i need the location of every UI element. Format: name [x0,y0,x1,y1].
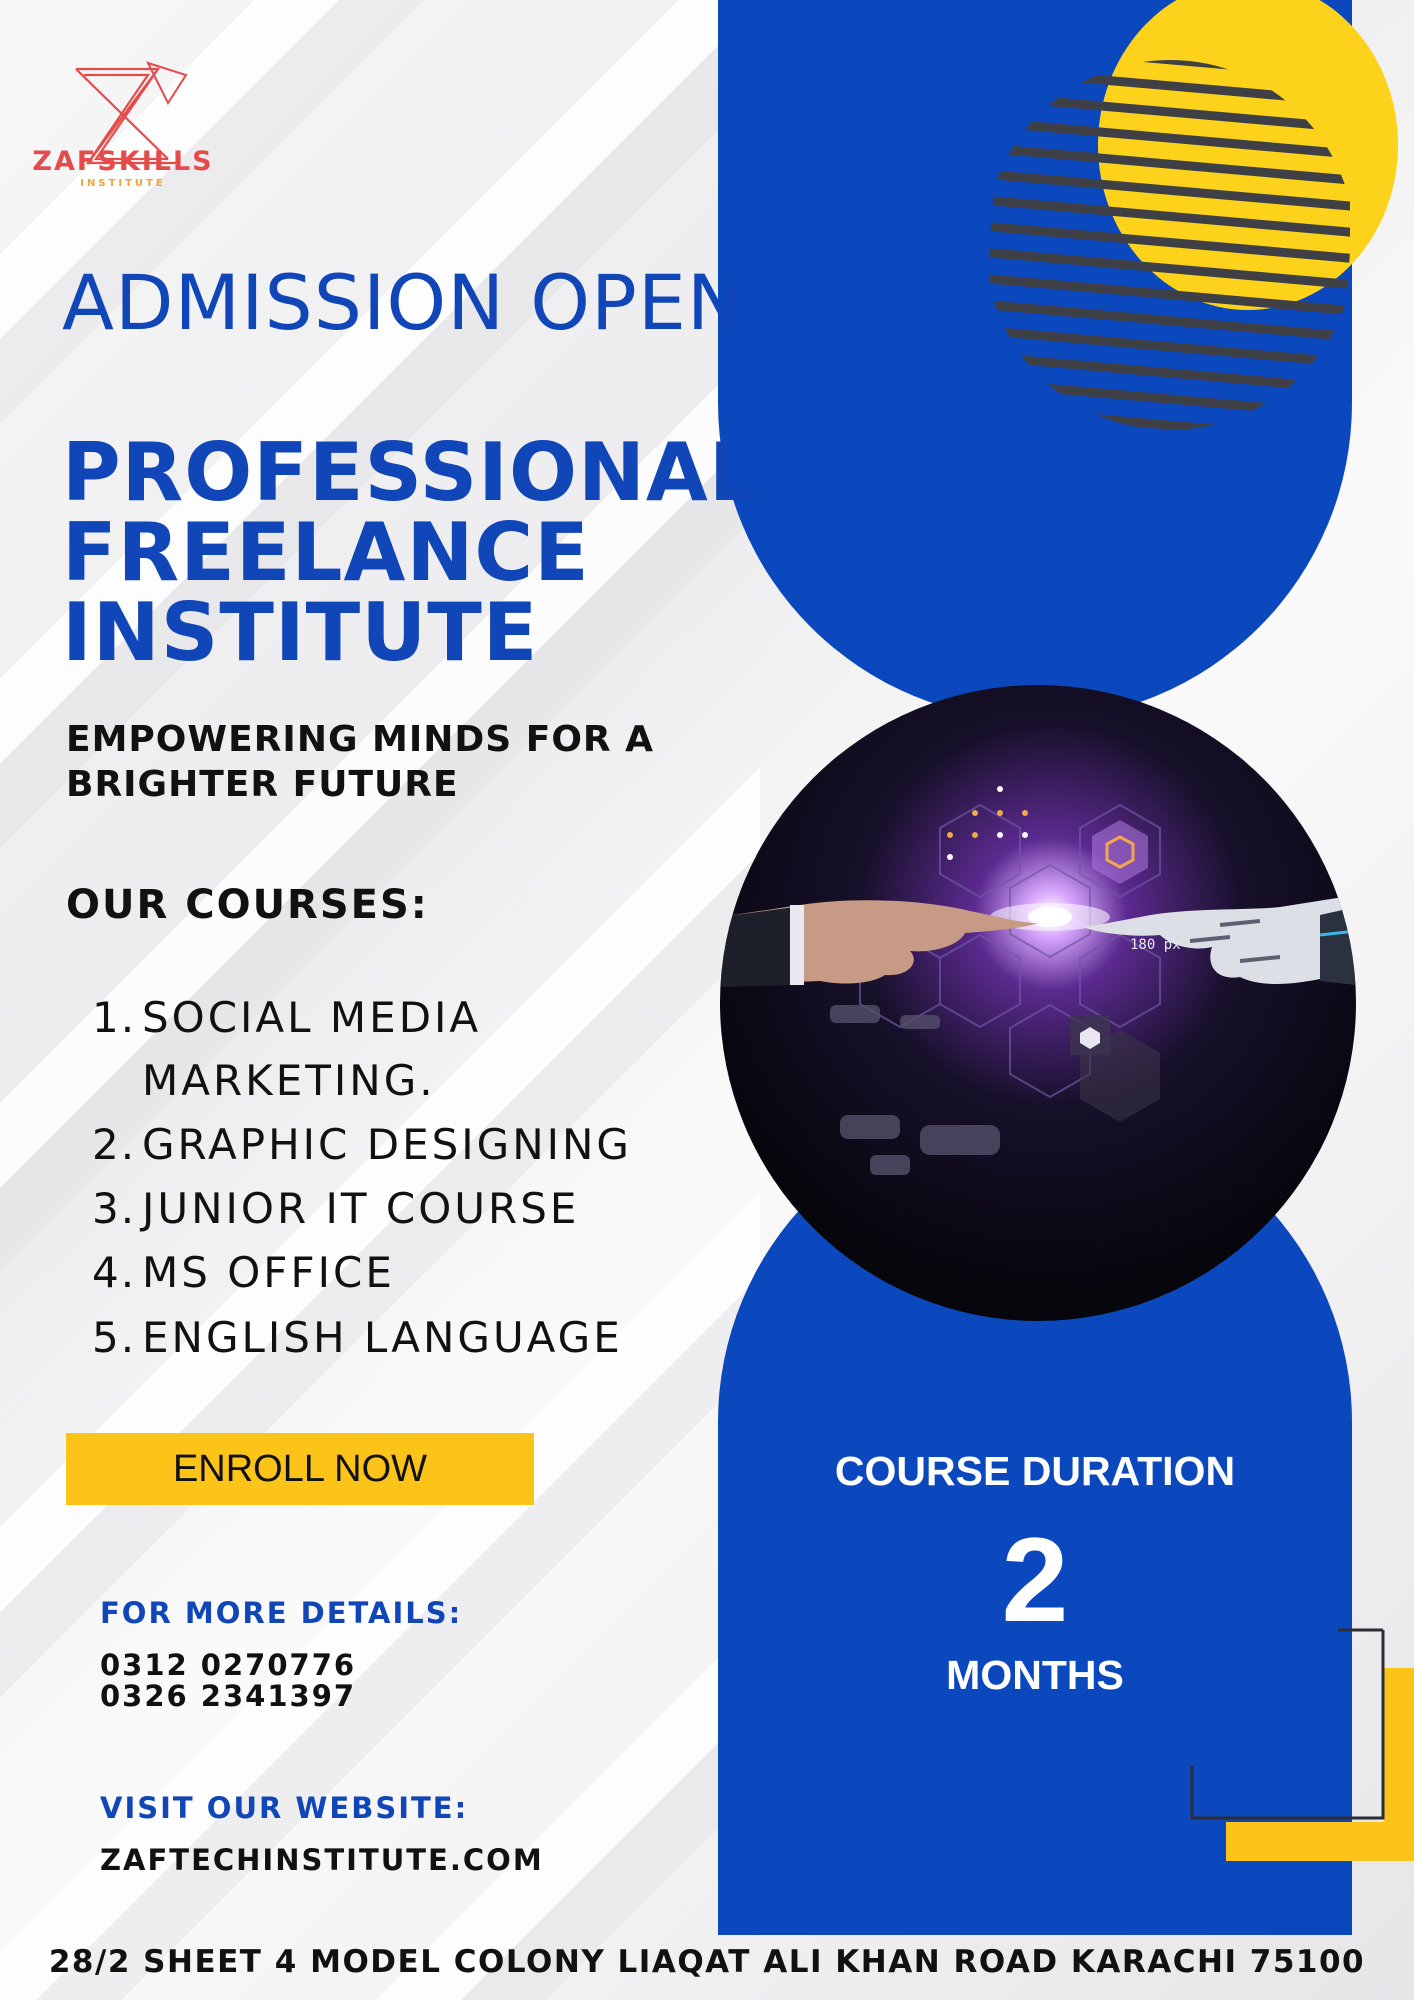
course-number: 1. [92,993,137,1042]
phone-number-2[interactable]: 0326 2341397 [100,1679,356,1713]
tagline-line-2: BRIGHTER FUTURE [66,764,459,805]
striped-disc-decoration [990,60,1350,430]
course-item-junior-it: JUNIOR IT COURSE [142,1184,580,1233]
course-number: 2. [92,1120,137,1169]
course-number: 3. [92,1184,137,1233]
course-number: 4. [92,1248,137,1297]
title-line-3: INSTITUTE [62,586,539,679]
enroll-now-button[interactable]: ENROLL NOW [66,1433,534,1505]
course-item-social-media-line-2: MARKETING. [142,1056,436,1105]
course-item-english-language: ENGLISH LANGUAGE [142,1313,623,1362]
phone-number-1[interactable]: 0312 0270776 [100,1648,356,1682]
course-number: 5. [92,1313,137,1362]
course-item-graphic-designing: GRAPHIC DESIGNING [142,1120,632,1169]
admission-heading: ADMISSION OPEN [62,258,745,347]
corner-bracket-decoration [1190,1628,1414,1861]
logo-name: ZAFSKILLS [32,146,214,177]
course-item-social-media-line-1: SOCIAL MEDIA [142,993,482,1042]
courses-heading: OUR COURSES: [66,882,429,928]
logo-subtitle: INSTITUTE [80,178,166,189]
website-heading: VISIT OUR WEBSITE: [100,1791,469,1825]
details-heading: FOR MORE DETAILS: [100,1596,463,1630]
course-duration-label: COURSE DURATION [834,1448,1236,1494]
tagline-line-1: EMPOWERING MINDS FOR A [66,719,655,760]
human-robot-touch-image: 180 px [720,685,1356,1321]
website-link[interactable]: ZAFTECHINSTITUTE.COM [100,1843,544,1877]
footer-address: 28/2 SHEET 4 MODEL COLONY LIAQAT ALI KHA… [48,1944,1366,1980]
course-item-ms-office: MS OFFICE [142,1248,395,1297]
course-duration-value: 2 [1001,1513,1069,1647]
hologram-label: 180 px [1130,937,1181,953]
